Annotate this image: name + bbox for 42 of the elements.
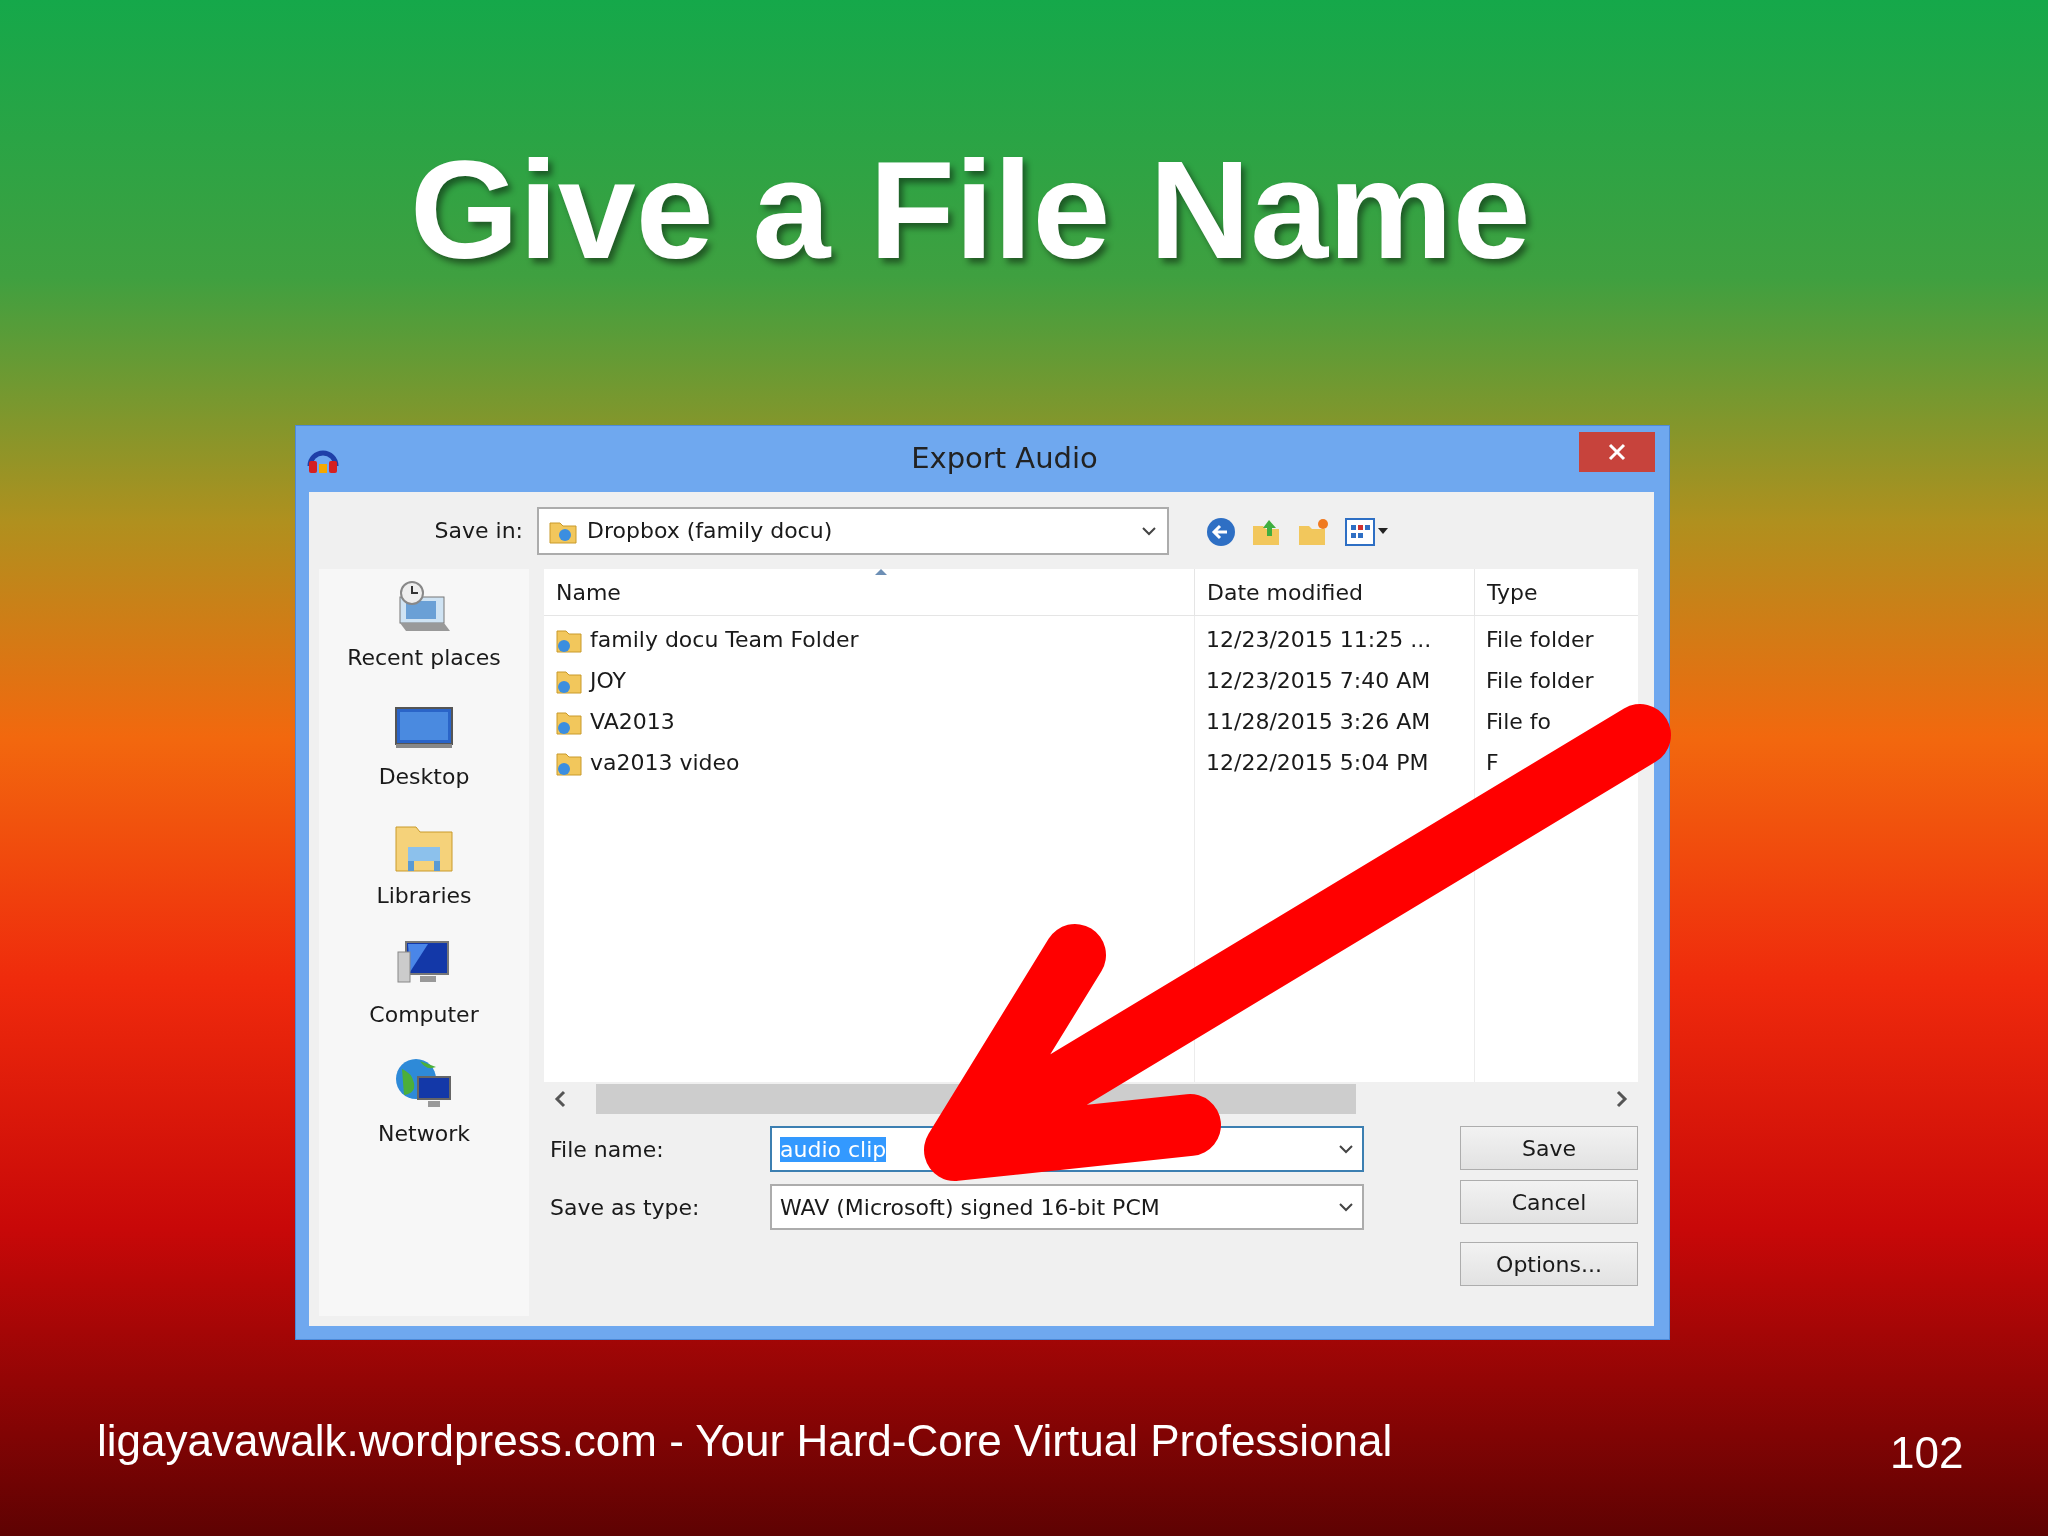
date-cell-text: 12/23/2015 11:25 ...: [1205, 626, 1433, 654]
close-button[interactable]: [1579, 432, 1655, 472]
save-button[interactable]: Save: [1460, 1126, 1638, 1170]
file-name-cell[interactable]: VA2013: [590, 705, 675, 738]
options-button[interactable]: Options...: [1460, 1242, 1638, 1286]
type-cell-text: File folder: [1485, 626, 1595, 654]
column-header[interactable]: Date modified: [1194, 569, 1474, 615]
save-in-dropdown[interactable]: Dropbox (family docu): [537, 506, 1169, 555]
type-cell-text: File folder: [1485, 667, 1595, 695]
scroll-right-icon: [1616, 1090, 1628, 1108]
file-name-cell[interactable]: JOY: [590, 664, 627, 697]
chevron-down-icon: [1338, 1201, 1354, 1213]
chevron-down-icon: [1338, 1143, 1354, 1155]
field-label: File name:: [549, 1135, 665, 1164]
file-name-cell[interactable]: va2013 video: [590, 746, 740, 779]
sidebar-item[interactable]: Recent places: [347, 579, 501, 674]
sidebar-item[interactable]: Computer: [369, 936, 479, 1031]
back-icon: [1205, 515, 1237, 548]
cancel-button[interactable]: Cancel: [1460, 1180, 1638, 1224]
page-number: 102: [1890, 1427, 1964, 1479]
date-cell-text: 12/23/2015 7:40 AM: [1205, 667, 1432, 695]
sidebar-item[interactable]: Libraries: [376, 817, 472, 912]
type-cell-text: File fo: [1485, 708, 1552, 736]
file-name-cell[interactable]: family docu Team Folder: [590, 623, 859, 656]
footer-text: ligayavawalk.wordpress.com - Your Hard-Core Virtual Professional: [97, 1415, 1393, 1467]
sidebar-item[interactable]: Desktop: [378, 698, 470, 793]
slide-title: Give a File Name: [410, 140, 1531, 280]
field-label: Save as type:: [549, 1193, 701, 1222]
sidebar-item[interactable]: Network: [378, 1055, 470, 1150]
window-title: Export Audio: [911, 440, 1098, 478]
scroll-left-icon: [554, 1090, 566, 1108]
file-type-dropdown[interactable]: WAV (Microsoft) signed 16-bit PCM: [770, 1184, 1364, 1230]
view-menu-icon: [1345, 515, 1389, 548]
dropdown-value: Dropbox (family docu): [587, 517, 834, 545]
field-label: Save in:: [433, 517, 524, 545]
close-icon: [1608, 443, 1626, 461]
chevron-down-icon: [1141, 524, 1157, 537]
column-header[interactable]: Name: [544, 569, 1194, 615]
type-cell-text: F: [1485, 749, 1500, 777]
column-header[interactable]: Type: [1474, 569, 1638, 615]
date-cell-text: 11/28/2015 3:26 AM: [1205, 708, 1432, 736]
date-cell-text: 12/22/2015 5:04 PM: [1205, 749, 1430, 777]
